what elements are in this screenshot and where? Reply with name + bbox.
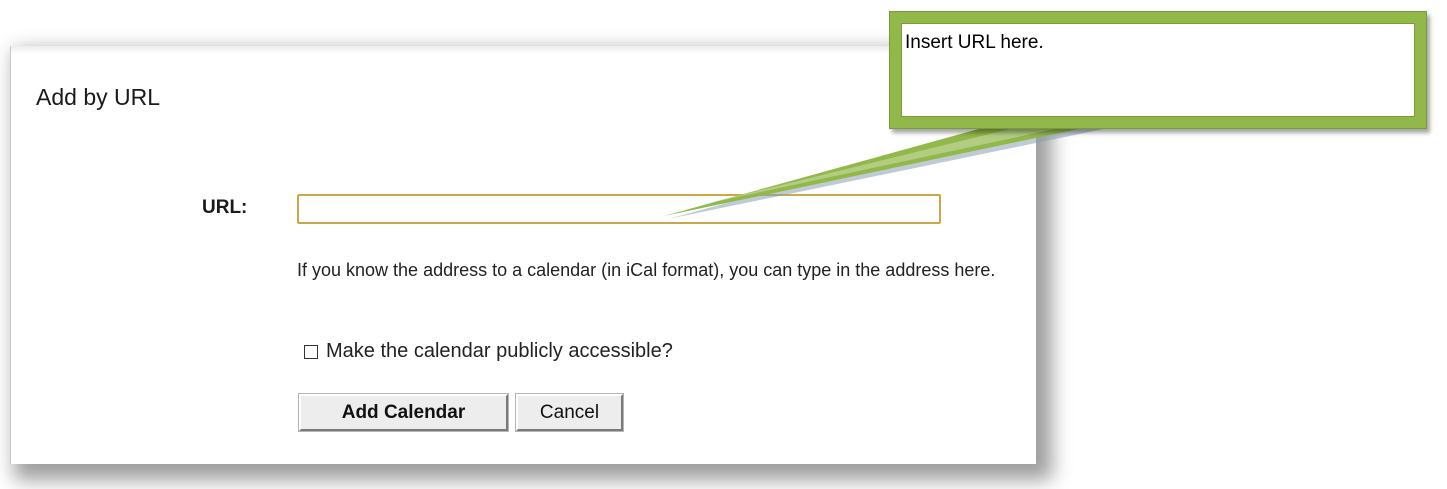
callout-text: Insert URL here.: [905, 32, 1044, 53]
cancel-button[interactable]: Cancel: [515, 393, 624, 432]
annotation-callout: Insert URL here.: [889, 11, 1427, 129]
public-checkbox-row[interactable]: Make the calendar publicly accessible?: [304, 340, 673, 363]
callout-body: Insert URL here.: [901, 23, 1415, 117]
add-by-url-dialog: Add by URL URL: If you know the address …: [10, 46, 1036, 464]
screenshot-stage: Add by URL URL: If you know the address …: [0, 0, 1447, 489]
panel-top-edge: [11, 46, 1036, 54]
url-help-text: If you know the address to a calendar (i…: [297, 260, 996, 280]
dialog-title: Add by URL: [36, 84, 161, 110]
url-input[interactable]: [297, 194, 941, 224]
url-label: URL:: [202, 197, 248, 218]
public-checkbox-label[interactable]: Make the calendar publicly accessible?: [326, 340, 673, 363]
add-calendar-button[interactable]: Add Calendar: [298, 393, 509, 432]
public-checkbox[interactable]: [304, 344, 318, 359]
